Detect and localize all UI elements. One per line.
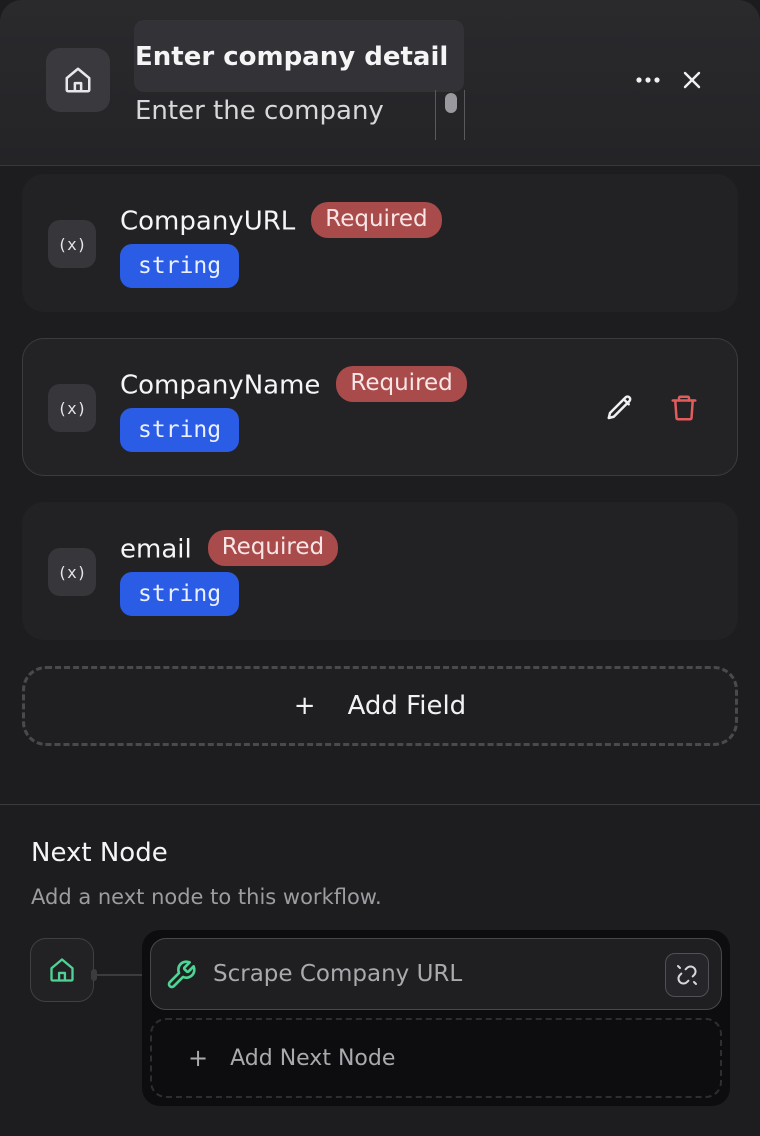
scrollbar-thumb[interactable] <box>445 93 457 113</box>
field-card-companyurl[interactable]: (x) CompanyURL Required string <box>22 174 738 312</box>
field-name: CompanyURL Required <box>120 202 442 240</box>
node-description-input[interactable]: Enter the company <box>135 96 384 126</box>
next-node-label: Scrape Company URL <box>213 961 463 987</box>
type-badge: string <box>120 244 240 288</box>
current-node-badge <box>30 938 94 1002</box>
field-name-label: CompanyName <box>120 370 321 401</box>
edit-field-button[interactable] <box>600 388 640 428</box>
home-icon <box>50 958 74 982</box>
field-name: email Required <box>120 530 339 568</box>
node-title-input[interactable]: Enter company detail <box>134 20 464 92</box>
more-options-button[interactable] <box>628 60 668 100</box>
plus-icon: + <box>188 1044 209 1072</box>
node-editor-panel: Enter company detail Enter the company (… <box>0 0 760 1136</box>
required-badge: Required <box>311 202 442 238</box>
field-name-label: CompanyURL <box>120 206 296 237</box>
description-scrollbar[interactable] <box>435 90 465 140</box>
node-connector-handle <box>91 969 97 981</box>
next-node-item[interactable]: Scrape Company URL <box>150 938 722 1010</box>
add-next-node-button[interactable]: + Add Next Node <box>150 1018 722 1098</box>
field-name-label: email <box>120 534 192 565</box>
next-node-container: Scrape Company URL + Add Next Node <box>142 930 730 1106</box>
section-divider <box>0 804 760 805</box>
required-badge: Required <box>336 366 467 402</box>
field-card-companyname[interactable]: (x) CompanyName Required string <box>22 338 738 476</box>
wrench-icon <box>167 960 196 989</box>
close-icon <box>683 71 701 89</box>
panel-header: Enter company detail Enter the company <box>0 0 760 166</box>
pencil-icon <box>607 395 632 420</box>
next-node-subtitle: Add a next node to this workflow. <box>31 885 382 909</box>
add-field-label: Add Field <box>347 691 467 721</box>
unlink-icon <box>677 965 697 985</box>
add-next-node-label: Add Next Node <box>230 1045 396 1071</box>
unlink-node-button[interactable] <box>665 953 709 997</box>
variable-icon: (x) <box>48 384 96 432</box>
close-button[interactable] <box>672 60 712 100</box>
plus-icon: + <box>293 691 316 721</box>
variable-icon: (x) <box>48 220 96 268</box>
type-badge: string <box>120 408 240 452</box>
next-node-title: Next Node <box>31 838 168 868</box>
variable-icon: (x) <box>48 548 96 596</box>
node-connector-line <box>94 974 144 976</box>
delete-field-button[interactable] <box>664 388 704 428</box>
home-icon <box>65 67 91 93</box>
more-horizontal-icon <box>636 77 660 83</box>
add-field-button[interactable]: + Add Field <box>22 666 738 746</box>
type-badge: string <box>120 572 240 616</box>
field-name: CompanyName Required <box>120 366 467 404</box>
trash-icon <box>671 395 697 421</box>
field-card-email[interactable]: (x) email Required string <box>22 502 738 640</box>
required-badge: Required <box>207 530 339 566</box>
node-type-tile <box>46 48 110 112</box>
